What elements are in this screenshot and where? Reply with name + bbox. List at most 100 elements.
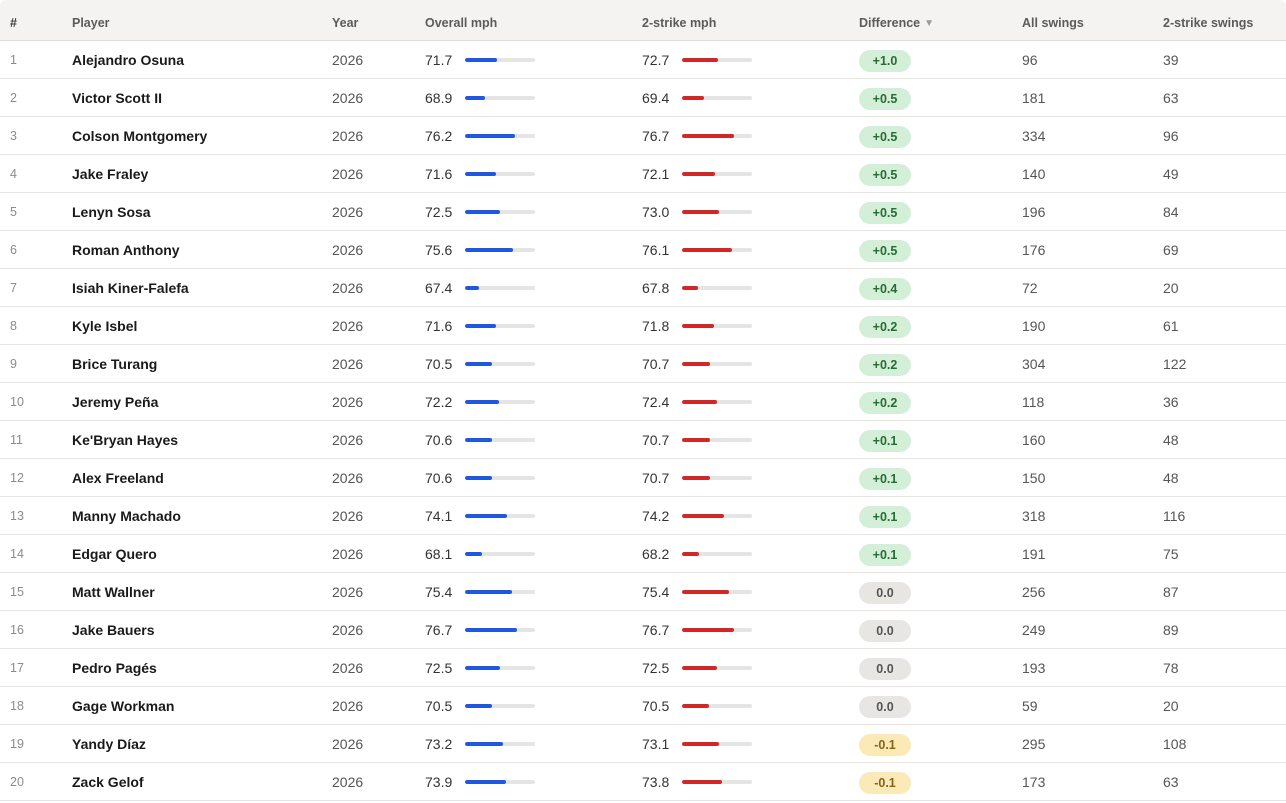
two-strike-mph-cell: 69.4 <box>642 79 752 116</box>
overall-mph-bar <box>465 362 535 367</box>
overall-mph-cell: 70.6 <box>425 421 535 458</box>
two-strike-mph-bar-fill <box>682 780 723 785</box>
rank-cell: 5 <box>10 205 17 219</box>
two-strike-mph-bar-fill <box>682 172 716 177</box>
player-name[interactable]: Isiah Kiner-Falefa <box>72 269 189 306</box>
overall-mph-value: 71.6 <box>425 318 453 334</box>
header-two-strike-swings[interactable]: 2-strike swings <box>1163 0 1253 40</box>
header-rank[interactable]: # <box>10 0 17 40</box>
difference-cell: +0.5 <box>859 155 911 192</box>
player-name[interactable]: Alex Freeland <box>72 459 164 496</box>
table-row[interactable]: 9 Brice Turang 2026 70.5 70.7 +0.2 304 122 <box>0 345 1286 383</box>
two-strike-mph-bar <box>682 210 752 215</box>
all-swings-cell: 190 <box>1022 318 1046 334</box>
table-row[interactable]: 4 Jake Fraley 2026 71.6 72.1 +0.5 140 49 <box>0 155 1286 193</box>
table-row[interactable]: 11 Ke'Bryan Hayes 2026 70.6 70.7 +0.1 160 48 <box>0 421 1286 459</box>
two-strike-mph-bar <box>682 514 752 519</box>
overall-mph-bar-fill <box>465 704 492 709</box>
overall-mph-cell: 75.4 <box>425 573 535 610</box>
two-strike-mph-bar-fill <box>682 666 717 671</box>
year-cell: 2026 <box>332 546 364 562</box>
year-cell: 2026 <box>332 698 364 714</box>
header-player[interactable]: Player <box>72 0 110 40</box>
table-row[interactable]: 18 Gage Workman 2026 70.5 70.5 0.0 59 20 <box>0 687 1286 725</box>
year-cell: 2026 <box>332 280 364 296</box>
player-name[interactable]: Jeremy Peña <box>72 383 158 420</box>
two-strike-mph-bar <box>682 362 752 367</box>
two-strike-mph-cell: 72.5 <box>642 649 752 686</box>
player-name[interactable]: Jake Bauers <box>72 611 155 648</box>
difference-badge: +0.2 <box>859 354 911 376</box>
header-two-strike-mph[interactable]: 2-strike mph <box>642 0 716 40</box>
rank-cell: 11 <box>10 433 23 447</box>
player-name[interactable]: Colson Montgomery <box>72 117 207 154</box>
two-strike-mph-value: 69.4 <box>642 90 670 106</box>
table-row[interactable]: 20 Zack Gelof 2026 73.9 73.8 -0.1 173 63 <box>0 763 1286 801</box>
overall-mph-bar <box>465 248 535 253</box>
table-row[interactable]: 1 Alejandro Osuna 2026 71.7 72.7 +1.0 96 39 <box>0 41 1286 79</box>
table-row[interactable]: 6 Roman Anthony 2026 75.6 76.1 +0.5 176 69 <box>0 231 1286 269</box>
player-name[interactable]: Yandy Díaz <box>72 725 146 762</box>
year-cell: 2026 <box>332 774 364 790</box>
overall-mph-value: 70.6 <box>425 470 453 486</box>
player-name[interactable]: Brice Turang <box>72 345 157 382</box>
two-strike-mph-bar-fill <box>682 552 700 557</box>
overall-mph-cell: 70.5 <box>425 345 535 382</box>
two-strike-swings-cell: 75 <box>1163 546 1179 562</box>
overall-mph-value: 75.6 <box>425 242 453 258</box>
two-strike-mph-bar-fill <box>682 514 724 519</box>
table-row[interactable]: 15 Matt Wallner 2026 75.4 75.4 0.0 256 87 <box>0 573 1286 611</box>
two-strike-mph-bar <box>682 286 752 291</box>
overall-mph-bar <box>465 210 535 215</box>
table-row[interactable]: 10 Jeremy Peña 2026 72.2 72.4 +0.2 118 36 <box>0 383 1286 421</box>
overall-mph-value: 72.2 <box>425 394 453 410</box>
header-difference[interactable]: Difference ▼ <box>859 0 934 40</box>
overall-mph-value: 70.5 <box>425 356 453 372</box>
two-strike-mph-value: 73.8 <box>642 774 670 790</box>
table-body: 1 Alejandro Osuna 2026 71.7 72.7 +1.0 96 39 2 Vic… <box>0 41 1286 801</box>
table-row[interactable]: 13 Manny Machado 2026 74.1 74.2 +0.1 318 116 <box>0 497 1286 535</box>
player-name[interactable]: Roman Anthony <box>72 231 180 268</box>
player-name[interactable]: Lenyn Sosa <box>72 193 151 230</box>
table-row[interactable]: 7 Isiah Kiner-Falefa 2026 67.4 67.8 +0.4 72 20 <box>0 269 1286 307</box>
table-row[interactable]: 19 Yandy Díaz 2026 73.2 73.1 -0.1 295 108 <box>0 725 1286 763</box>
table-row[interactable]: 5 Lenyn Sosa 2026 72.5 73.0 +0.5 196 84 <box>0 193 1286 231</box>
table-row[interactable]: 12 Alex Freeland 2026 70.6 70.7 +0.1 150 48 <box>0 459 1286 497</box>
table-row[interactable]: 17 Pedro Pagés 2026 72.5 72.5 0.0 193 78 <box>0 649 1286 687</box>
two-strike-mph-value: 71.8 <box>642 318 670 334</box>
player-name[interactable]: Zack Gelof <box>72 763 144 800</box>
player-name[interactable]: Manny Machado <box>72 497 181 534</box>
table-row[interactable]: 2 Victor Scott II 2026 68.9 69.4 +0.5 181 63 <box>0 79 1286 117</box>
header-all-swings[interactable]: All swings <box>1022 0 1084 40</box>
player-name[interactable]: Alejandro Osuna <box>72 41 184 78</box>
overall-mph-value: 73.2 <box>425 736 453 752</box>
player-name[interactable]: Victor Scott II <box>72 79 162 116</box>
overall-mph-value: 70.6 <box>425 432 453 448</box>
player-name[interactable]: Matt Wallner <box>72 573 155 610</box>
table-row[interactable]: 8 Kyle Isbel 2026 71.6 71.8 +0.2 190 61 <box>0 307 1286 345</box>
two-strike-mph-value: 70.7 <box>642 470 670 486</box>
table-row[interactable]: 16 Jake Bauers 2026 76.7 76.7 0.0 249 89 <box>0 611 1286 649</box>
overall-mph-bar-fill <box>465 134 516 139</box>
table-row[interactable]: 3 Colson Montgomery 2026 76.2 76.7 +0.5 334 96 <box>0 117 1286 155</box>
player-name[interactable]: Ke'Bryan Hayes <box>72 421 178 458</box>
two-strike-mph-bar <box>682 476 752 481</box>
two-strike-mph-value: 73.1 <box>642 736 670 752</box>
player-name[interactable]: Edgar Quero <box>72 535 157 572</box>
header-year[interactable]: Year <box>332 0 358 40</box>
player-name[interactable]: Gage Workman <box>72 687 174 724</box>
player-name[interactable]: Jake Fraley <box>72 155 148 192</box>
two-strike-mph-bar-fill <box>682 476 710 481</box>
player-name[interactable]: Pedro Pagés <box>72 649 157 686</box>
two-strike-mph-bar <box>682 400 752 405</box>
overall-mph-bar <box>465 400 535 405</box>
year-cell: 2026 <box>332 508 364 524</box>
two-strike-swings-cell: 36 <box>1163 394 1179 410</box>
overall-mph-cell: 72.2 <box>425 383 535 420</box>
player-name[interactable]: Kyle Isbel <box>72 307 137 344</box>
header-overall-mph[interactable]: Overall mph <box>425 0 497 40</box>
difference-cell: 0.0 <box>859 687 911 724</box>
leaderboard-table: # Player Year Overall mph 2-strike mph D… <box>0 0 1286 801</box>
overall-mph-cell: 74.1 <box>425 497 535 534</box>
table-row[interactable]: 14 Edgar Quero 2026 68.1 68.2 +0.1 191 75 <box>0 535 1286 573</box>
